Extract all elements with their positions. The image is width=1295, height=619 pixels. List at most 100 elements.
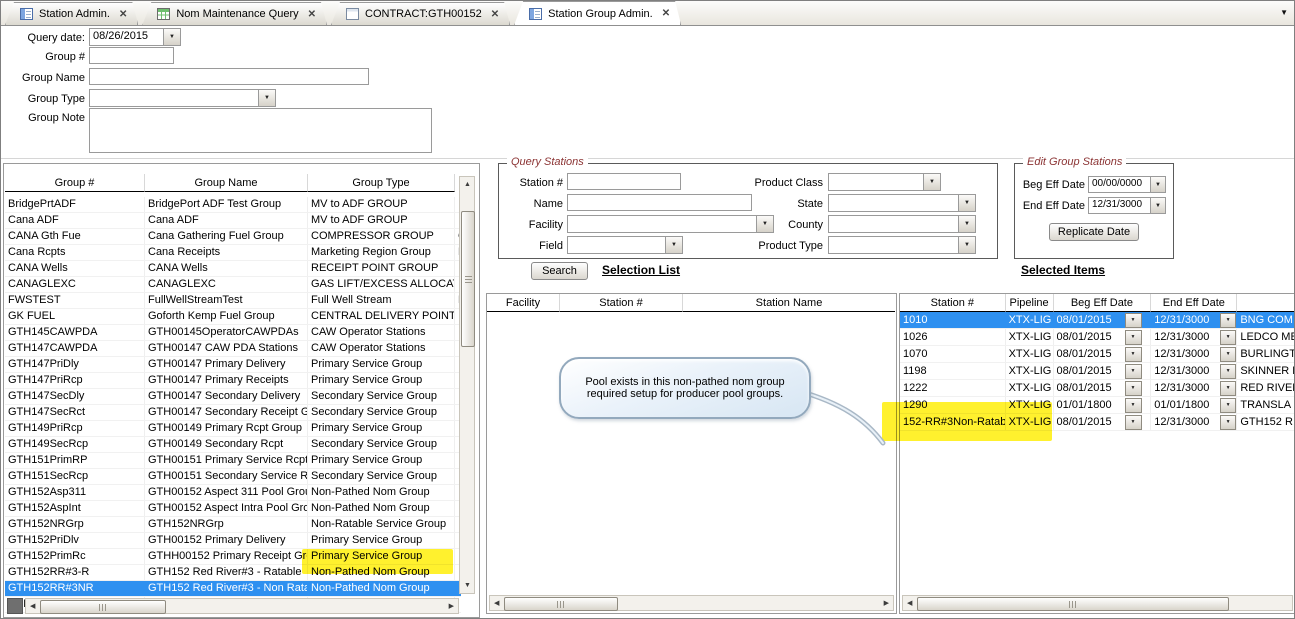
- close-icon[interactable]: ✕: [119, 9, 127, 20]
- chevron-down-icon[interactable]: ▼: [1125, 364, 1142, 379]
- selected-item-row[interactable]: 1070XTX-LIG08/01/2015▼12/31/3000▼BURLING…: [900, 346, 1295, 363]
- group-row[interactable]: CANAGLEXCCANAGLEXCGAS LIFT/EXCESS ALLOCA…: [5, 277, 461, 293]
- group-row[interactable]: CANA Gth FueCana Gathering Fuel GroupCOM…: [5, 229, 461, 245]
- groups-hscroll-thumb[interactable]: [40, 600, 166, 614]
- group-row[interactable]: CANA WellsCANA WellsRECEIPT POINT GROUP: [5, 261, 461, 277]
- group-row[interactable]: GTH152PriDlvGTH00152 Primary DeliveryPri…: [5, 533, 461, 549]
- chevron-down-icon[interactable]: ▼: [958, 216, 975, 232]
- chevron-down-icon[interactable]: ▼: [1280, 8, 1288, 17]
- close-icon[interactable]: ✕: [662, 8, 670, 19]
- group-row[interactable]: Cana ADFCana ADFMV to ADF GROUP: [5, 213, 461, 229]
- column-header-group-name[interactable]: Group Name: [145, 174, 308, 192]
- column-header-name-cut[interactable]: [1237, 294, 1295, 312]
- chevron-down-icon[interactable]: ▼: [163, 29, 180, 45]
- scroll-right-icon[interactable]: ▶: [449, 603, 454, 610]
- group-row[interactable]: GTH145CAWPDAGTH00145OperatorCAWPDAsCAW O…: [5, 325, 461, 341]
- group-row[interactable]: GTH147PriRcpGTH00147 Primary ReceiptsPri…: [5, 373, 461, 389]
- group-row[interactable]: GK FUELGoforth Kemp Fuel GroupCENTRAL DE…: [5, 309, 461, 325]
- scroll-up-icon[interactable]: ▲: [464, 181, 471, 188]
- chevron-down-icon[interactable]: ▼: [1125, 313, 1142, 328]
- selected-item-row[interactable]: 1222XTX-LIG08/01/2015▼12/31/3000▼RED RIV…: [900, 380, 1295, 397]
- groups-vertical-scrollbar[interactable]: ▲ ▼: [459, 176, 475, 594]
- station-number-input[interactable]: [567, 173, 681, 190]
- scroll-down-icon[interactable]: ▼: [464, 582, 471, 589]
- selected-items-hscroll-thumb[interactable]: [917, 597, 1229, 611]
- selected-items-horizontal-scrollbar[interactable]: ◀: [902, 595, 1293, 611]
- group-row[interactable]: GTH152RR#3NRGTH152 Red River#3 - Non Rat…: [5, 581, 461, 597]
- scroll-right-icon[interactable]: ▶: [884, 600, 889, 607]
- chevron-down-icon[interactable]: ▼: [1220, 381, 1236, 396]
- chevron-down-icon[interactable]: ▼: [1220, 347, 1236, 362]
- chevron-down-icon[interactable]: ▼: [1220, 313, 1236, 328]
- selection-list-hscroll-thumb[interactable]: [504, 597, 618, 611]
- chevron-down-icon[interactable]: ▼: [923, 174, 940, 190]
- tab-contract-gth00152[interactable]: CONTRACT:GTH00152✕: [331, 2, 510, 25]
- search-button[interactable]: Search: [531, 262, 588, 280]
- group-row[interactable]: GTH151SecRcpGTH00151 Secondary Service R…: [5, 469, 461, 485]
- column-header-group-type[interactable]: Group Type: [308, 174, 455, 192]
- scroll-corner-box[interactable]: [7, 598, 23, 614]
- chevron-down-icon[interactable]: ▼: [1125, 347, 1142, 362]
- group-row[interactable]: GTH152AspIntGTH00152 Aspect Intra Pool G…: [5, 501, 461, 517]
- chevron-down-icon[interactable]: ▼: [958, 195, 975, 211]
- group-row[interactable]: GTH149SecRcpGTH00149 Secondary RcptSecon…: [5, 437, 461, 453]
- column-header-station-name[interactable]: Station Name: [683, 294, 895, 312]
- group-row[interactable]: GTH147SecRctGTH00147 Secondary Receipt G…: [5, 405, 461, 421]
- column-header-station-number[interactable]: Station #: [560, 294, 683, 312]
- end-eff-date-combo[interactable]: 12/31/3000 ▼: [1088, 197, 1166, 214]
- selection-list-horizontal-scrollbar[interactable]: ◀ ▶: [489, 595, 894, 611]
- group-row[interactable]: BridgePrtADFBridgePort ADF Test GroupMV …: [5, 197, 461, 213]
- product-type-combo[interactable]: ▼: [828, 236, 976, 254]
- chevron-down-icon[interactable]: ▼: [1220, 330, 1236, 345]
- query-date-combo[interactable]: 08/26/2015 ▼: [89, 28, 181, 46]
- group-row[interactable]: Cana RcptsCana ReceiptsMarketing Region …: [5, 245, 461, 261]
- group-name-input[interactable]: [89, 68, 369, 85]
- beg-eff-date-combo[interactable]: 00/00/0000 ▼: [1088, 176, 1166, 193]
- scroll-left-icon[interactable]: ◀: [30, 603, 35, 610]
- groups-vscroll-thumb[interactable]: [461, 211, 475, 347]
- county-combo[interactable]: ▼: [828, 215, 976, 233]
- column-header-pipeline[interactable]: Pipeline: [1006, 294, 1054, 312]
- selected-item-row[interactable]: 1010XTX-LIG08/01/2015▼12/31/3000▼BNG COM: [900, 312, 1295, 329]
- column-header-facility[interactable]: Facility: [487, 294, 560, 312]
- scroll-left-icon[interactable]: ◀: [907, 600, 912, 607]
- close-icon[interactable]: ✕: [308, 9, 316, 20]
- chevron-down-icon[interactable]: ▼: [1220, 398, 1236, 413]
- group-row[interactable]: GTH147PriDlyGTH00147 Primary DeliveryPri…: [5, 357, 461, 373]
- group-row[interactable]: GTH152NRGrpGTH152NRGrpNon-Ratable Servic…: [5, 517, 461, 533]
- column-header-station-number[interactable]: Station #: [900, 294, 1006, 312]
- group-number-input[interactable]: [89, 47, 174, 64]
- column-header-group-number[interactable]: Group #: [5, 174, 145, 192]
- chevron-down-icon[interactable]: ▼: [1125, 398, 1142, 413]
- group-row[interactable]: GTH147CAWPDAGTH00147 CAW PDA StationsCAW…: [5, 341, 461, 357]
- tab-nom-maintenance-query[interactable]: Nom Maintenance Query✕: [142, 2, 327, 25]
- chevron-down-icon[interactable]: ▼: [1125, 330, 1142, 345]
- group-row[interactable]: GTH151PrimRPGTH00151 Primary Service Rcp…: [5, 453, 461, 469]
- selected-item-row[interactable]: 1198XTX-LIG08/01/2015▼12/31/3000▼SKINNER…: [900, 363, 1295, 380]
- group-row[interactable]: GTH149PriRcpGTH00149 Primary Rcpt GroupP…: [5, 421, 461, 437]
- chevron-down-icon[interactable]: ▼: [1220, 364, 1236, 379]
- tab-station-group-admin-[interactable]: Station Group Admin.✕: [514, 1, 681, 25]
- group-row[interactable]: GTH152Asp311GTH00152 Aspect 311 Pool Gro…: [5, 485, 461, 501]
- tab-station-admin-[interactable]: Station Admin.✕: [5, 2, 138, 25]
- groups-horizontal-scrollbar[interactable]: ◀ ▶: [25, 598, 459, 614]
- field-combo[interactable]: ▼: [567, 236, 683, 254]
- chevron-down-icon[interactable]: ▼: [1150, 198, 1165, 213]
- group-row[interactable]: FWSTESTFullWellStreamTestFull Well Strea…: [5, 293, 461, 309]
- group-row[interactable]: GTH147SecDlyGTH00147 Secondary DeliveryS…: [5, 389, 461, 405]
- chevron-down-icon[interactable]: ▼: [665, 237, 682, 253]
- state-combo[interactable]: ▼: [828, 194, 976, 212]
- name-input[interactable]: [567, 194, 752, 211]
- column-header-end-eff-date[interactable]: End Eff Date: [1151, 294, 1237, 312]
- chevron-down-icon[interactable]: ▼: [1220, 415, 1236, 430]
- chevron-down-icon[interactable]: ▼: [258, 90, 275, 106]
- chevron-down-icon[interactable]: ▼: [1125, 381, 1142, 396]
- selected-item-row[interactable]: 1026XTX-LIG08/01/2015▼12/31/3000▼LEDCO M…: [900, 329, 1295, 346]
- group-type-combo[interactable]: ▼: [89, 89, 276, 107]
- close-icon[interactable]: ✕: [491, 9, 499, 20]
- chevron-down-icon[interactable]: ▼: [1150, 177, 1165, 192]
- chevron-down-icon[interactable]: ▼: [1125, 415, 1142, 430]
- column-header-beg-eff-date[interactable]: Beg Eff Date: [1054, 294, 1152, 312]
- scroll-left-icon[interactable]: ◀: [494, 600, 499, 607]
- group-note-textarea[interactable]: [89, 108, 432, 153]
